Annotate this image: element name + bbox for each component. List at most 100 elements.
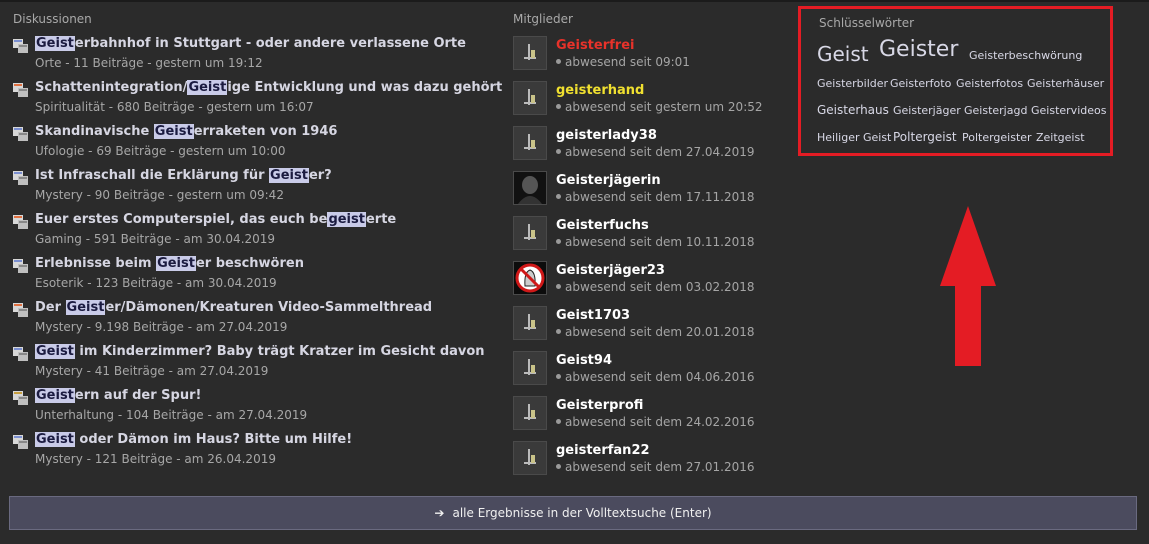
keyword-link[interactable]: Geisterfotos [956, 77, 1023, 90]
member-status: abwesend seit dem 03.02.2018 [556, 280, 755, 294]
member-name-link[interactable]: Geisterjäger23 [556, 263, 665, 278]
thread-icon [13, 82, 28, 97]
search-term-highlight: Geist [156, 256, 196, 271]
discussion-meta: Esoterik - 123 Beiträge - am 30.04.2019 [35, 276, 277, 290]
discussion-title-link[interactable]: Erlebnisse beim Geister beschwören [35, 256, 304, 271]
keyword-link[interactable]: Geistervideos [1031, 104, 1106, 117]
discussions-heading: Diskussionen [13, 12, 92, 26]
member-status: abwesend seit dem 04.06.2016 [556, 370, 755, 384]
avatar[interactable] [513, 81, 547, 115]
members-list: Geisterfrei abwesend seit 09:01 geisterhan… [513, 36, 773, 486]
avatar[interactable] [513, 306, 547, 340]
avatar[interactable] [513, 351, 547, 385]
discussion-meta: Spiritualität - 680 Beiträge - gestern u… [35, 100, 314, 114]
search-term-highlight: Geist [35, 388, 75, 403]
search-term-highlight: Geist [35, 344, 75, 359]
discussion-item: Euer erstes Computerspiel, das euch bege… [13, 212, 493, 256]
discussion-meta: Mystery - 90 Beiträge - gestern um 09:42 [35, 188, 284, 202]
member-name-link[interactable]: geisterlady38 [556, 128, 657, 143]
keyword-link[interactable]: Geisterbeschwörung [969, 49, 1082, 62]
status-dot-icon [556, 329, 561, 334]
discussion-item: Geist im Kinderzimmer? Baby trägt Kratze… [13, 344, 493, 388]
discussion-title-link[interactable]: Ist Infraschall die Erklärung für Geiste… [35, 168, 332, 183]
status-dot-icon [556, 194, 561, 199]
keyword-link[interactable]: Zeitgeist [1036, 131, 1085, 144]
discussion-title-link[interactable]: Geisterbahnhof in Stuttgart - oder ander… [35, 36, 466, 51]
avatar[interactable] [513, 126, 547, 160]
discussion-title-link[interactable]: Schattenintegration/Geistige Entwicklung… [35, 80, 502, 95]
member-item: Geisterfuchs abwesend seit dem 10.11.2018 [513, 216, 773, 261]
thread-icon [13, 390, 28, 405]
keywords-heading: Schlüsselwörter [819, 16, 915, 30]
thread-icon [13, 38, 28, 53]
member-item: geisterlady38 abwesend seit dem 27.04.201… [513, 126, 773, 171]
status-dot-icon [556, 104, 561, 109]
thread-icon [13, 258, 28, 273]
search-term-highlight: Geist [65, 300, 106, 315]
avatar[interactable] [513, 216, 547, 250]
member-item: Geisterjäger23 abwesend seit dem 03.02.20… [513, 261, 773, 306]
status-dot-icon [556, 239, 561, 244]
avatar[interactable] [513, 36, 547, 70]
discussion-meta: Unterhaltung - 104 Beiträge - am 27.04.2… [35, 408, 308, 422]
member-status: abwesend seit dem 17.11.2018 [556, 190, 755, 204]
discussion-item: Ist Infraschall die Erklärung für Geiste… [13, 168, 493, 212]
keyword-link[interactable]: Poltergeist [893, 130, 957, 144]
status-dot-icon [556, 374, 561, 379]
member-name-link[interactable]: Geisterjägerin [556, 173, 661, 188]
member-name-link[interactable]: geisterhand [556, 83, 644, 98]
member-name-link[interactable]: Geist94 [556, 353, 612, 368]
keyword-link[interactable]: Geisterfoto [890, 77, 951, 90]
search-term-highlight: geist [327, 212, 366, 227]
member-status: abwesend seit gestern um 20:52 [556, 100, 763, 114]
discussion-item: Skandinavische Geisterraketen von 1946 Uf… [13, 124, 493, 168]
keyword-link[interactable]: Heiliger Geist [817, 131, 891, 144]
keyword-link[interactable]: Geist [817, 42, 869, 66]
fulltext-search-label: alle Ergebnisse in der Volltextsuche (En… [452, 506, 712, 520]
member-name-link[interactable]: Geist1703 [556, 308, 630, 323]
discussion-item: Der Geister/Dämonen/Kreaturen Video-Samm… [13, 300, 493, 344]
members-column: Mitglieder Geisterfrei abwesend seit 09:0… [513, 12, 773, 486]
avatar[interactable] [513, 261, 547, 295]
keyword-link[interactable]: Geisterbilder [817, 77, 888, 90]
member-name-link[interactable]: Geisterfuchs [556, 218, 649, 233]
discussion-meta: Mystery - 121 Beiträge - am 26.04.2019 [35, 452, 276, 466]
member-name-link[interactable]: Geisterfrei [556, 38, 634, 53]
keyword-link[interactable]: Geisterhäuser [1027, 77, 1104, 90]
member-item: Geist94 abwesend seit dem 04.06.2016 [513, 351, 773, 396]
discussion-title-link[interactable]: Geist oder Dämon im Haus? Bitte um Hilfe… [35, 432, 352, 447]
discussion-meta: Mystery - 9.198 Beiträge - am 27.04.2019 [35, 320, 288, 334]
thread-icon [13, 346, 28, 361]
avatar[interactable] [513, 171, 547, 205]
discussions-list: Geisterbahnhof in Stuttgart - oder ander… [13, 36, 502, 476]
keyword-link[interactable]: Poltergeister [962, 131, 1032, 144]
thread-icon [13, 302, 28, 317]
fulltext-search-button[interactable]: ➔ alle Ergebnisse in der Volltextsuche (… [9, 496, 1137, 530]
discussion-title-link[interactable]: Der Geister/Dämonen/Kreaturen Video-Samm… [35, 300, 432, 315]
status-dot-icon [556, 284, 561, 289]
discussion-title-link[interactable]: Geistern auf der Spur! [35, 388, 201, 403]
discussion-title-link[interactable]: Skandinavische Geisterraketen von 1946 [35, 124, 337, 139]
keyword-link[interactable]: Geister [879, 37, 958, 62]
keyword-link[interactable]: Geisterhaus [817, 103, 889, 117]
member-item: geisterfan22 abwesend seit dem 27.01.2016 [513, 441, 773, 486]
status-dot-icon [556, 419, 561, 424]
member-item: Geisterprofi abwesend seit dem 24.02.2016 [513, 396, 773, 441]
member-name-link[interactable]: geisterfan22 [556, 443, 650, 458]
keyword-link[interactable]: Geisterjäger [893, 104, 961, 117]
members-heading: Mitglieder [513, 12, 573, 26]
member-status: abwesend seit 09:01 [556, 55, 690, 69]
search-term-highlight: Geist [35, 36, 75, 51]
arrow-right-icon: ➔ [434, 506, 445, 520]
discussion-item: Erlebnisse beim Geister beschwören Esoter… [13, 256, 493, 300]
thread-icon [13, 170, 28, 185]
search-term-highlight: Geist [35, 432, 75, 447]
discussion-title-link[interactable]: Euer erstes Computerspiel, das euch bege… [35, 212, 396, 227]
discussion-title-link[interactable]: Geist im Kinderzimmer? Baby trägt Kratze… [35, 344, 485, 359]
search-term-highlight: Geist [269, 168, 309, 183]
member-item: geisterhand abwesend seit gestern um 20:5… [513, 81, 773, 126]
member-name-link[interactable]: Geisterprofi [556, 398, 643, 413]
keyword-link[interactable]: Geisterjagd [964, 104, 1027, 117]
avatar[interactable] [513, 396, 547, 430]
avatar[interactable] [513, 441, 547, 475]
